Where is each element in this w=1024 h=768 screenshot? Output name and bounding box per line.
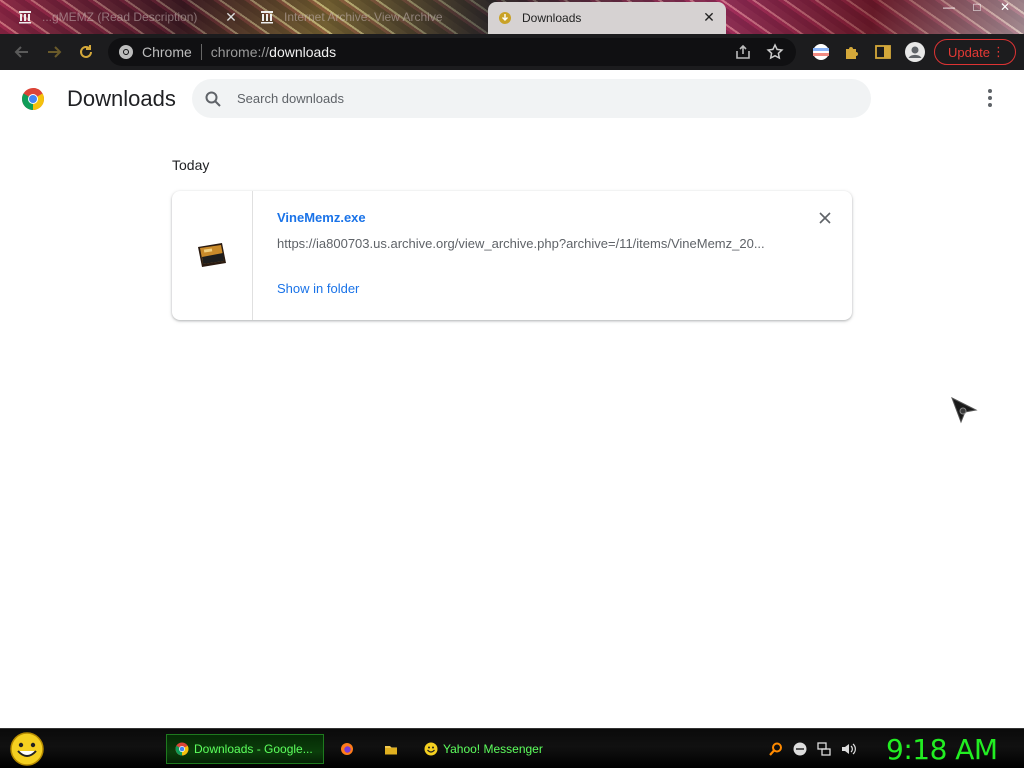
url-scheme: chrome://	[210, 44, 270, 60]
tab-close-icon[interactable]: ✕	[224, 10, 238, 24]
back-button[interactable]	[8, 38, 36, 66]
close-window-button[interactable]: ✕	[994, 0, 1016, 14]
search-icon	[205, 91, 221, 107]
profile-flag-extension[interactable]	[806, 37, 836, 67]
task-label: Yahoo! Messenger	[443, 742, 543, 756]
extensions-button[interactable]	[837, 37, 867, 67]
close-icon	[819, 212, 831, 224]
share-icon[interactable]	[734, 43, 752, 61]
forward-button[interactable]	[40, 38, 68, 66]
arrow-right-icon	[48, 46, 62, 58]
screen: ...gMEMZ (Read Description) ✕ Internet A…	[0, 0, 1024, 768]
folder-icon	[385, 746, 397, 755]
yahoo-messenger-icon	[424, 742, 438, 756]
page-title: Downloads	[67, 86, 176, 111]
tab-title: ...gMEMZ (Read Description)	[42, 10, 198, 24]
mouse-cursor-icon	[951, 396, 978, 424]
exe-file-icon	[198, 243, 226, 267]
archive-icon	[260, 10, 274, 24]
side-panel-button[interactable]	[868, 37, 898, 67]
task-label: Downloads - Google...	[194, 742, 313, 756]
remove-download-button[interactable]	[815, 208, 835, 228]
flag-icon	[813, 44, 829, 60]
status-tray-icon[interactable]	[792, 741, 808, 757]
search-downloads-field[interactable]: Search downloads	[192, 79, 871, 118]
download-item: VineMemz.exe https://ia800703.us.archive…	[172, 191, 852, 320]
window-controls: — □ ✕	[930, 0, 1024, 16]
tab-downloads[interactable]: Downloads ✕	[488, 2, 726, 34]
chrome-icon	[175, 742, 189, 756]
profile-button[interactable]	[900, 37, 930, 67]
download-source-url[interactable]: https://ia800703.us.archive.org/view_arc…	[277, 236, 777, 251]
chrome-logo-icon	[22, 88, 44, 110]
omnibox-divider	[200, 44, 202, 60]
tab-strip: ...gMEMZ (Read Description) ✕ Internet A…	[0, 0, 1024, 34]
bookmark-star-icon[interactable]	[766, 43, 784, 61]
more-actions-button[interactable]	[980, 88, 1000, 108]
side-panel-icon	[875, 45, 891, 59]
maximize-button[interactable]: □	[966, 0, 988, 14]
omnibox[interactable]: Chrome chrome://downloads	[108, 38, 796, 66]
tab-title: Downloads	[522, 11, 582, 25]
taskbar-clock[interactable]: 9:18 AM	[886, 733, 998, 766]
menu-dots-icon: ⋮	[992, 44, 1005, 59]
tab-vinememz-description[interactable]: ...gMEMZ (Read Description) ✕	[8, 2, 248, 32]
puzzle-icon	[846, 47, 858, 59]
archive-icon	[18, 10, 32, 24]
tab-internet-archive[interactable]: Internet Archive: View Archive	[250, 2, 486, 32]
file-icon-column	[172, 191, 253, 320]
volume-tray-icon[interactable]	[840, 741, 856, 757]
minimize-button[interactable]: —	[938, 0, 960, 14]
tab-close-icon[interactable]: ✕	[702, 10, 716, 24]
reload-icon	[80, 45, 92, 58]
search-tray-icon[interactable]	[768, 741, 784, 757]
taskbar: Downloads - Google... Yahoo! Messenger 9…	[0, 728, 1024, 768]
date-section-heading: Today	[172, 157, 210, 173]
update-button[interactable]: Update ⋮	[934, 39, 1016, 65]
show-in-folder-link[interactable]: Show in folder	[277, 281, 359, 296]
arrow-left-icon	[14, 46, 28, 58]
taskbar-item-yahoo-messenger[interactable]: Yahoo! Messenger	[416, 734, 576, 764]
firefox-icon	[341, 743, 353, 755]
omnibox-actions	[734, 43, 784, 61]
taskbar-item-firefox[interactable]	[332, 734, 366, 764]
network-tray-icon[interactable]	[816, 741, 832, 757]
chrome-icon	[119, 45, 133, 59]
downloads-icon	[498, 11, 512, 25]
update-label: Update	[948, 44, 990, 60]
download-file-name-link[interactable]: VineMemz.exe	[277, 210, 366, 225]
avatar-icon	[905, 42, 925, 62]
tab-title: Internet Archive: View Archive	[284, 10, 443, 24]
taskbar-item-chrome[interactable]: Downloads - Google...	[166, 734, 324, 764]
reload-button[interactable]	[72, 38, 100, 66]
search-placeholder: Search downloads	[237, 91, 344, 106]
browser-toolbar: Chrome chrome://downloads	[0, 34, 1024, 70]
taskbar-item-folder[interactable]	[376, 734, 410, 764]
downloads-page: Downloads Search downloads Today VineMem…	[0, 70, 1024, 728]
url-host: downloads	[269, 44, 337, 60]
security-chip-label: Chrome	[142, 44, 192, 60]
start-smiley-button[interactable]	[8, 732, 46, 766]
